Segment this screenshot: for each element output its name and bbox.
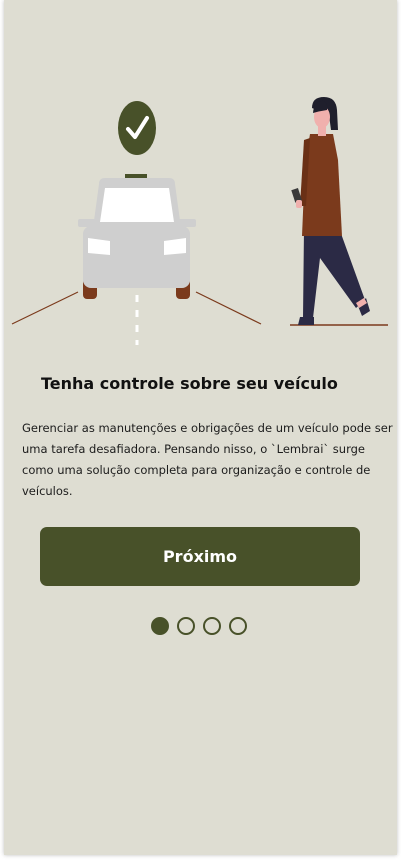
page-dot-1[interactable] <box>151 617 169 635</box>
pagination-dots <box>151 617 247 635</box>
onboarding-screen: Tenha controle sobre seu veículo Gerenci… <box>4 0 397 855</box>
page-dot-2[interactable] <box>177 617 195 635</box>
next-button[interactable]: Próximo <box>40 527 360 586</box>
onboarding-title: Tenha controle sobre seu veículo <box>41 374 338 393</box>
check-icon <box>118 101 156 155</box>
onboarding-description: Gerenciar as manutenções e obrigações de… <box>22 421 393 498</box>
page-dot-3[interactable] <box>203 617 221 635</box>
page-dot-4[interactable] <box>229 617 247 635</box>
car-icon <box>78 174 196 299</box>
person-icon <box>290 97 388 326</box>
onboarding-illustration <box>11 97 388 345</box>
road <box>11 291 262 345</box>
